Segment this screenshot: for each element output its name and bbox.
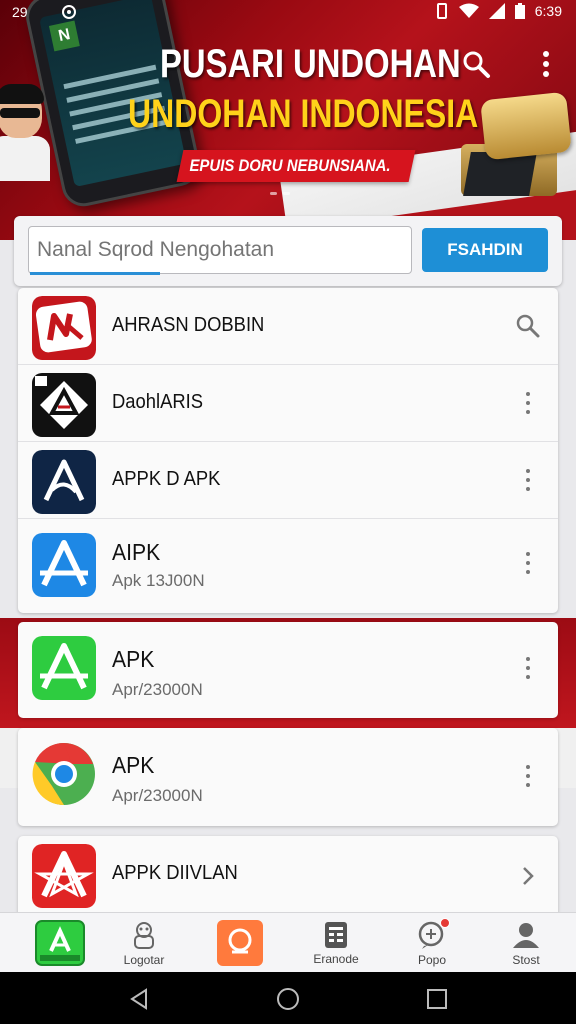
status-time: 6:39 (534, 3, 562, 19)
notification-badge (440, 918, 450, 928)
hero-banner[interactable]: N PUSARI UNDOHAN UNDOHAN INDONESIA EPUIS… (0, 0, 576, 240)
app-icon (32, 742, 96, 806)
search-icon[interactable] (458, 46, 494, 82)
more-vertical-icon[interactable] (512, 547, 544, 579)
hero-tagline: EPUIS DORU NEBUNSIANA. (176, 150, 416, 182)
app-icon (32, 533, 96, 597)
nav-item-popo[interactable]: Popo (384, 913, 480, 973)
document-icon (325, 921, 347, 948)
orange-app-icon (217, 920, 263, 966)
search-button[interactable]: FSAHDIN (422, 228, 548, 272)
app-name: APPK D APK (112, 468, 221, 490)
carousel-indicator[interactable] (270, 192, 290, 195)
app-version: Apr/23000N (112, 786, 203, 805)
more-vertical-icon[interactable] (512, 652, 544, 684)
search-icon[interactable] (512, 310, 544, 342)
app-card: APK Apr/23000N (18, 622, 558, 718)
app-card: APPK DIIVLAN (18, 836, 558, 916)
app-name: AIPK (112, 539, 161, 565)
app-icon (32, 844, 96, 908)
nav-label: Eranode (313, 951, 359, 966)
hero-tagline-text: EPUIS DORU NEBUNSIANA. (189, 156, 391, 175)
nav-item-eranode[interactable]: Eranode (288, 913, 384, 973)
list-item[interactable]: AIPK Apk 13J00N (18, 519, 558, 613)
app-icon (32, 450, 96, 514)
nav-item-stost[interactable]: Stost (478, 913, 574, 973)
list-item[interactable]: APK Apr/23000N (18, 728, 558, 826)
app-version: Apr/23000N (112, 680, 203, 699)
search-focus-underline (30, 272, 160, 275)
nav-item-logotar[interactable]: Logotar (96, 913, 192, 973)
status-indicator: 29 (12, 4, 28, 20)
app-card: APK Apr/23000N (18, 728, 558, 826)
notification-icon (62, 5, 76, 19)
user-icon (513, 922, 539, 948)
apk-home-icon (35, 920, 85, 966)
status-bar: 29 6:39 (0, 0, 576, 24)
phone-logo: N (48, 20, 80, 52)
app-icon (32, 373, 96, 437)
hero-subtitle: UNDOHAN INDONESIA (128, 92, 479, 136)
nav-label: Popo (417, 952, 447, 967)
app-list: AHRASN DOBBIN DaohlARIS APPK D APK AIPK … (18, 288, 558, 613)
more-vertical-icon[interactable] (512, 760, 544, 792)
list-item[interactable]: APPK DIIVLAN (18, 836, 558, 916)
list-item[interactable]: DaohlARIS (18, 365, 558, 442)
nav-item-home[interactable] (12, 913, 108, 973)
more-vertical-icon[interactable] (512, 387, 544, 419)
person-illustration (0, 84, 50, 181)
signal-icon (488, 3, 505, 19)
more-vertical-icon[interactable] (512, 464, 544, 496)
app-name: APPK DIIVLAN (112, 862, 238, 884)
search-input[interactable] (28, 226, 412, 274)
recents-icon[interactable] (422, 984, 452, 1014)
home-icon[interactable] (273, 984, 303, 1014)
vibrate-icon (436, 3, 447, 19)
list-item[interactable]: APK Apr/23000N (18, 622, 558, 718)
nav-label: Stost (512, 952, 540, 967)
bottom-navigation: Logotar Eranode Popo Stost (0, 912, 576, 972)
wifi-icon (458, 3, 479, 18)
back-icon[interactable] (124, 984, 154, 1014)
chevron-right-icon[interactable] (512, 860, 544, 892)
list-item[interactable]: APPK D APK (18, 442, 558, 519)
nav-label: Logotar (123, 952, 165, 967)
app-name: AHRASN DOBBIN (112, 314, 265, 336)
app-name: DaohlARIS (112, 391, 204, 413)
app-name: APK (112, 646, 155, 672)
app-icon (32, 636, 96, 700)
robot-icon (134, 921, 154, 949)
battery-icon (514, 3, 525, 19)
app-icon (32, 296, 96, 360)
nav-item-featured[interactable] (192, 913, 288, 973)
list-item[interactable]: AHRASN DOBBIN (18, 288, 558, 365)
system-navigation-bar (0, 972, 576, 1024)
more-vertical-icon[interactable] (528, 46, 564, 82)
app-version: Apk 13J00N (112, 571, 205, 590)
search-card: FSAHDIN (14, 216, 562, 286)
app-name: APK (112, 752, 155, 778)
hero-title: PUSARI UNDOHAN (160, 42, 461, 86)
